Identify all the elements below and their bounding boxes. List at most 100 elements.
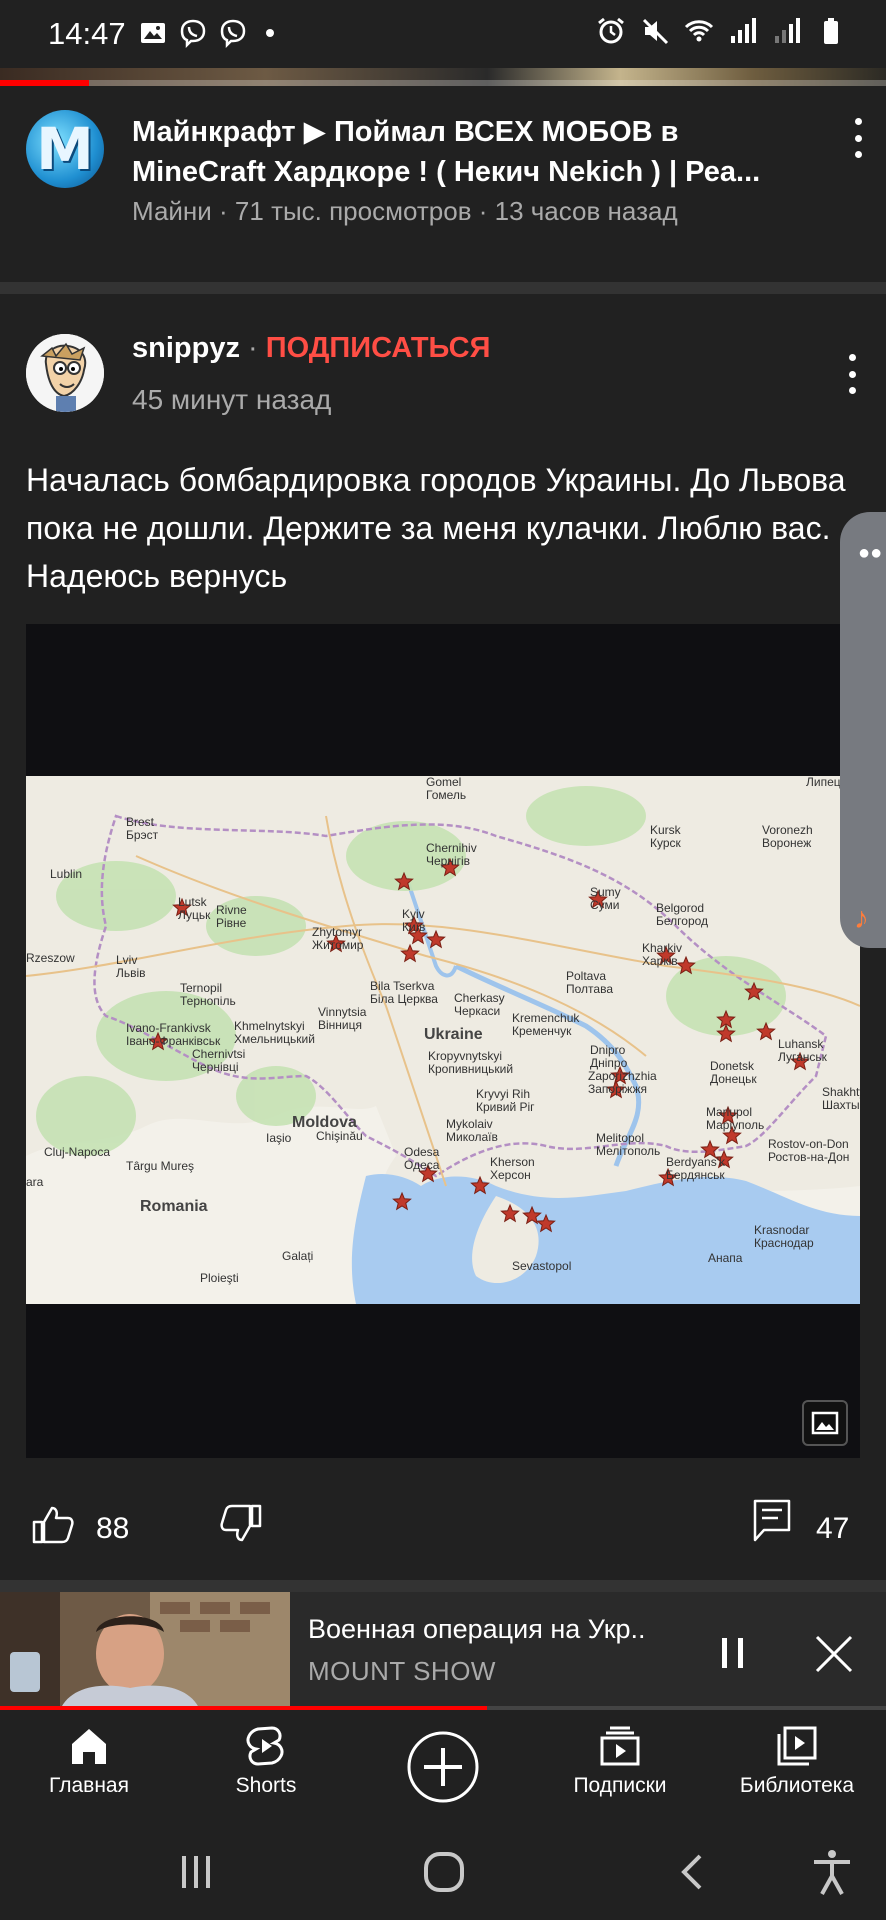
map-label: Kherson Херсон bbox=[490, 1155, 535, 1182]
image-view-button[interactable] bbox=[802, 1400, 848, 1446]
section-divider bbox=[0, 1580, 886, 1592]
nav-library[interactable]: Библиотека bbox=[712, 1724, 882, 1798]
battery-icon bbox=[824, 18, 838, 44]
post-author-line: snippyz · ПОДПИСАТЬСЯ bbox=[132, 332, 490, 365]
wifi-icon bbox=[684, 20, 714, 42]
map-label: Târgu Mureş bbox=[126, 1159, 195, 1173]
map-label: Romania bbox=[140, 1198, 208, 1215]
dot-icon bbox=[266, 29, 274, 37]
nav-shorts-label: Shorts bbox=[235, 1774, 297, 1797]
status-bar: 14:47 bbox=[0, 0, 886, 68]
map-label: Rostov-on-Don Ростов-на-Дон bbox=[768, 1137, 850, 1164]
map-label: Анапа bbox=[708, 1251, 743, 1265]
like-count: 88 bbox=[96, 1512, 130, 1545]
ukraine-map-image[interactable]: Gomel Гомель Липецк Brest Брэст Chernihiv Ч… bbox=[26, 776, 860, 1304]
map-label: Iaşio bbox=[266, 1131, 292, 1145]
map-label: Berdyans'k Бердянськ bbox=[666, 1155, 725, 1182]
map-label: Ploieşti bbox=[200, 1271, 239, 1285]
map-label: Kharkiv Харків bbox=[642, 941, 683, 968]
comment-count: 47 bbox=[816, 1512, 850, 1545]
nav-create[interactable] bbox=[358, 1730, 528, 1804]
map-label: Chernihiv Чернігів bbox=[426, 841, 477, 868]
pause-icon[interactable] bbox=[718, 1636, 748, 1670]
map-label: Khmelnytskyi Хмельницький bbox=[234, 1019, 315, 1046]
map-label: Vinnytsia Вінниця bbox=[318, 1005, 367, 1032]
map-label: Lublin bbox=[50, 867, 83, 881]
map-label: Chernivtsi Чернівці bbox=[192, 1047, 246, 1074]
map-label: Luhansk Луганськ bbox=[778, 1037, 827, 1064]
map-label: Lviv Львів bbox=[116, 953, 146, 980]
map-label: Belgorod Белгород bbox=[656, 901, 709, 928]
avatar-letter: M bbox=[36, 115, 94, 183]
status-time: 14:47 bbox=[48, 16, 126, 51]
signal-icon bbox=[731, 18, 756, 43]
map-label: Odesa Одеса bbox=[404, 1145, 440, 1172]
post-time: 45 минут назад bbox=[132, 384, 332, 415]
nav-home-label: Главная bbox=[49, 1774, 129, 1797]
post-author-avatar[interactable] bbox=[26, 334, 104, 412]
map-label: Gomel Гомель bbox=[426, 776, 467, 802]
map-label: Ternopil Тернопіль bbox=[180, 981, 236, 1008]
map-label: Melitopol Мелітополь bbox=[596, 1131, 661, 1158]
nav-home[interactable]: Главная bbox=[4, 1724, 174, 1798]
subscribe-button[interactable]: ПОДПИСАТЬСЯ bbox=[266, 332, 491, 364]
gallery-icon bbox=[141, 23, 165, 43]
create-icon bbox=[407, 1731, 479, 1803]
map-label: Dnipro Дніпро bbox=[590, 1043, 628, 1070]
image-icon bbox=[811, 1411, 839, 1435]
map-label: ara bbox=[26, 1175, 44, 1189]
viber-icon bbox=[220, 19, 246, 48]
music-note-icon: ♪ bbox=[854, 902, 869, 935]
home-icon bbox=[72, 1729, 106, 1764]
post-text: Началась бомбардировка городов Украины. … bbox=[26, 462, 846, 594]
nav-subscriptions[interactable]: Подписки bbox=[535, 1724, 705, 1798]
map-label: Lutsk Луцьк bbox=[178, 895, 211, 922]
edge-panel-handle[interactable]: ●● ♪ bbox=[840, 512, 886, 948]
nav-library-label: Библиотека bbox=[739, 1774, 855, 1797]
viber-icon bbox=[180, 19, 206, 48]
channel-avatar[interactable]: M bbox=[26, 110, 104, 188]
map-label: Zaporizhzhia Запоріжжя bbox=[588, 1069, 657, 1096]
map-label: Galați bbox=[282, 1249, 314, 1263]
map-label: Kropyvnytskyi Кропивницький bbox=[428, 1049, 514, 1076]
like-icon[interactable] bbox=[28, 1500, 76, 1548]
back-icon[interactable] bbox=[672, 1850, 712, 1894]
mini-player-title[interactable]: Военная операция на Укр.. bbox=[308, 1614, 646, 1645]
map-label: Donetsk Донецьк bbox=[710, 1059, 757, 1086]
edge-dots-icon: ●● bbox=[858, 542, 883, 564]
map-label: Mariupol Маріуполь bbox=[706, 1105, 765, 1132]
video-more-options-icon[interactable] bbox=[852, 118, 864, 158]
map-label: Moldova bbox=[292, 1114, 357, 1131]
map-label: Voronezh Воронеж bbox=[762, 823, 813, 850]
map-label: Rzeszow bbox=[26, 951, 75, 965]
map-label: Krasnodar Краснодар bbox=[754, 1223, 814, 1250]
country-label: Ukraine bbox=[424, 1026, 483, 1043]
separator: · bbox=[239, 332, 266, 364]
map-label: Cherkasy Черкаси bbox=[454, 991, 505, 1018]
comments-icon[interactable] bbox=[752, 1498, 792, 1544]
home-button-icon[interactable] bbox=[422, 1850, 466, 1894]
map-label: Mykolaiv Миколаїв bbox=[446, 1117, 498, 1144]
map-label: Brest Брэст bbox=[126, 815, 159, 842]
video-meta: Майни · 71 тыс. просмотров · 13 часов на… bbox=[132, 196, 678, 226]
map-label: Sevastopol bbox=[512, 1259, 572, 1273]
map-label: Cluj-Napoca bbox=[44, 1145, 111, 1159]
close-icon[interactable] bbox=[814, 1634, 854, 1674]
cartoon-avatar-icon bbox=[26, 334, 104, 412]
library-icon bbox=[777, 1726, 817, 1766]
dislike-icon[interactable] bbox=[218, 1500, 266, 1548]
map-label: Sumy Суми bbox=[590, 885, 621, 912]
mini-player-thumbnail[interactable] bbox=[0, 1592, 290, 1710]
video-title[interactable]: Майнкрафт ▶ Поймал ВСЕХ МОБОВ в MineCraf… bbox=[132, 112, 812, 192]
nav-shorts[interactable]: Shorts bbox=[181, 1724, 351, 1798]
map-label: Chişinău bbox=[316, 1129, 363, 1143]
recents-icon[interactable] bbox=[176, 1852, 216, 1892]
post-author-name[interactable]: snippyz bbox=[132, 332, 240, 364]
post-more-options-icon[interactable] bbox=[846, 354, 858, 394]
section-divider bbox=[0, 282, 886, 294]
map-label: Kremenchuk Кременчук bbox=[512, 1011, 580, 1038]
map-label: Bila Tserkva Біла Церква bbox=[370, 979, 438, 1006]
accessibility-icon[interactable] bbox=[810, 1848, 854, 1896]
shorts-icon bbox=[246, 1726, 284, 1766]
map-label: Kryvyi Rih Кривий Ріг bbox=[476, 1087, 535, 1114]
